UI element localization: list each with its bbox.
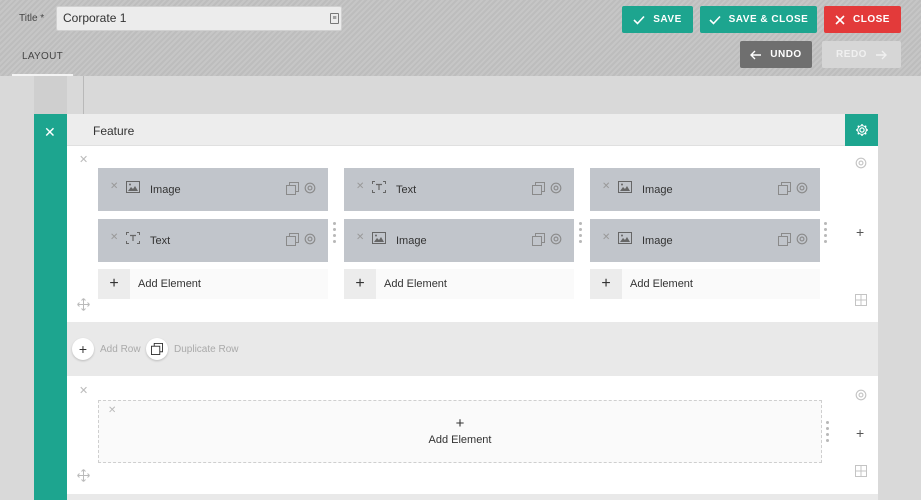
save-and-close-button[interactable]: SAVE & CLOSE [700, 6, 817, 33]
row-remove-icon[interactable]: ✕ [79, 386, 88, 397]
section-title: Feature [93, 124, 135, 138]
text-icon [126, 232, 140, 244]
add-element-button[interactable]: + Add Element [590, 269, 820, 299]
duplicate-row-label: Duplicate Row [174, 343, 239, 355]
add-element-label: Add Element [630, 278, 693, 290]
save-button[interactable]: SAVE [622, 6, 693, 33]
undo-button[interactable]: UNDO [740, 41, 812, 68]
gear-icon[interactable] [549, 232, 563, 246]
redo-button-label: REDO [836, 49, 867, 60]
text-icon [372, 181, 386, 193]
element-remove-icon[interactable]: ✕ [602, 233, 610, 243]
add-element-label: Add Element [428, 434, 492, 446]
section-settings-button[interactable] [845, 114, 878, 146]
field-menu-icon[interactable]: ≡ [330, 13, 339, 24]
column-drag-handle[interactable] [333, 222, 336, 246]
element-remove-icon[interactable]: ✕ [602, 182, 610, 192]
duplicate-icon[interactable] [286, 182, 299, 195]
element-image[interactable]: ✕ Image [590, 219, 820, 262]
element-label: Image [642, 184, 673, 196]
move-icon[interactable] [77, 298, 90, 311]
plus-icon: + [455, 415, 465, 432]
add-element-label: Add Element [138, 278, 201, 290]
row-settings-icon[interactable] [854, 388, 868, 402]
add-element-button[interactable]: + Add Element [344, 269, 574, 299]
add-column-icon[interactable]: + [856, 425, 864, 441]
duplicate-row-button[interactable]: Duplicate Row [146, 338, 238, 360]
add-row-button[interactable]: + Add Row [72, 338, 141, 360]
column-drag-handle[interactable] [826, 421, 829, 445]
title-input[interactable]: Corporate 1 [56, 6, 342, 31]
move-icon[interactable] [77, 469, 90, 482]
image-icon [618, 232, 632, 244]
save-button-label: SAVE [653, 14, 682, 25]
image-icon [618, 181, 632, 193]
gear-icon[interactable] [303, 181, 317, 195]
save-and-close-button-label: SAVE & CLOSE [728, 14, 809, 25]
element-label: Text [150, 235, 171, 247]
column-remove-icon[interactable]: ✕ [108, 405, 116, 416]
empty-column-add-element[interactable]: ✕ + Add Element [98, 400, 822, 463]
column-drag-handle[interactable] [824, 222, 827, 246]
plus-icon: + [72, 338, 94, 360]
arrow-left-icon [750, 50, 762, 59]
duplicate-icon[interactable] [778, 182, 791, 195]
row-settings-icon[interactable] [854, 156, 868, 170]
tab-layout[interactable]: LAYOUT [12, 45, 73, 76]
gear-icon[interactable] [795, 181, 809, 195]
duplicate-icon [146, 338, 168, 360]
undo-button-label: UNDO [770, 49, 802, 60]
element-label: Image [642, 235, 673, 247]
layout-icon[interactable] [855, 465, 867, 477]
plus-icon: + [98, 269, 130, 299]
section-header [67, 114, 845, 146]
duplicate-icon[interactable] [286, 233, 299, 246]
duplicate-icon[interactable] [532, 182, 545, 195]
image-icon [126, 181, 140, 193]
gear-icon[interactable] [795, 232, 809, 246]
arrow-right-icon [875, 50, 887, 59]
add-row-label: Add Row [100, 343, 141, 355]
row-separator [67, 494, 878, 500]
close-button-label: CLOSE [853, 14, 890, 25]
element-label: Image [150, 184, 181, 196]
element-remove-icon[interactable]: ✕ [356, 233, 364, 243]
section-drop-strip [34, 76, 67, 114]
title-label: Title * [19, 13, 45, 24]
gear-icon[interactable] [549, 181, 563, 195]
element-remove-icon[interactable]: ✕ [110, 233, 118, 243]
redo-button[interactable]: REDO [822, 41, 901, 68]
layout-icon[interactable] [855, 294, 867, 306]
add-column-icon[interactable]: + [856, 224, 864, 240]
plus-icon: + [344, 269, 376, 299]
element-label: Image [396, 235, 427, 247]
section-close-icon[interactable]: ✕ [44, 125, 56, 139]
gear-icon [855, 124, 868, 136]
element-text[interactable]: ✕ Text [98, 219, 328, 262]
add-element-button[interactable]: + Add Element [98, 269, 328, 299]
row-remove-icon[interactable]: ✕ [79, 155, 88, 166]
section-sidebar [34, 114, 67, 500]
close-icon [835, 14, 845, 25]
element-text[interactable]: ✕ Text [344, 168, 574, 211]
element-image[interactable]: ✕ Image [590, 168, 820, 211]
duplicate-icon[interactable] [778, 233, 791, 246]
element-image[interactable]: ✕ Image [344, 219, 574, 262]
image-icon [372, 232, 386, 244]
column-drag-handle[interactable] [579, 222, 582, 246]
duplicate-icon[interactable] [532, 233, 545, 246]
element-image[interactable]: ✕ Image [98, 168, 328, 211]
add-element-label: Add Element [384, 278, 447, 290]
gear-icon[interactable] [303, 232, 317, 246]
element-label: Text [396, 184, 417, 196]
element-remove-icon[interactable]: ✕ [110, 182, 118, 192]
close-button[interactable]: CLOSE [824, 6, 901, 33]
element-remove-icon[interactable]: ✕ [356, 182, 364, 192]
check-icon [633, 15, 645, 25]
check-icon [709, 15, 721, 25]
plus-icon: + [590, 269, 622, 299]
